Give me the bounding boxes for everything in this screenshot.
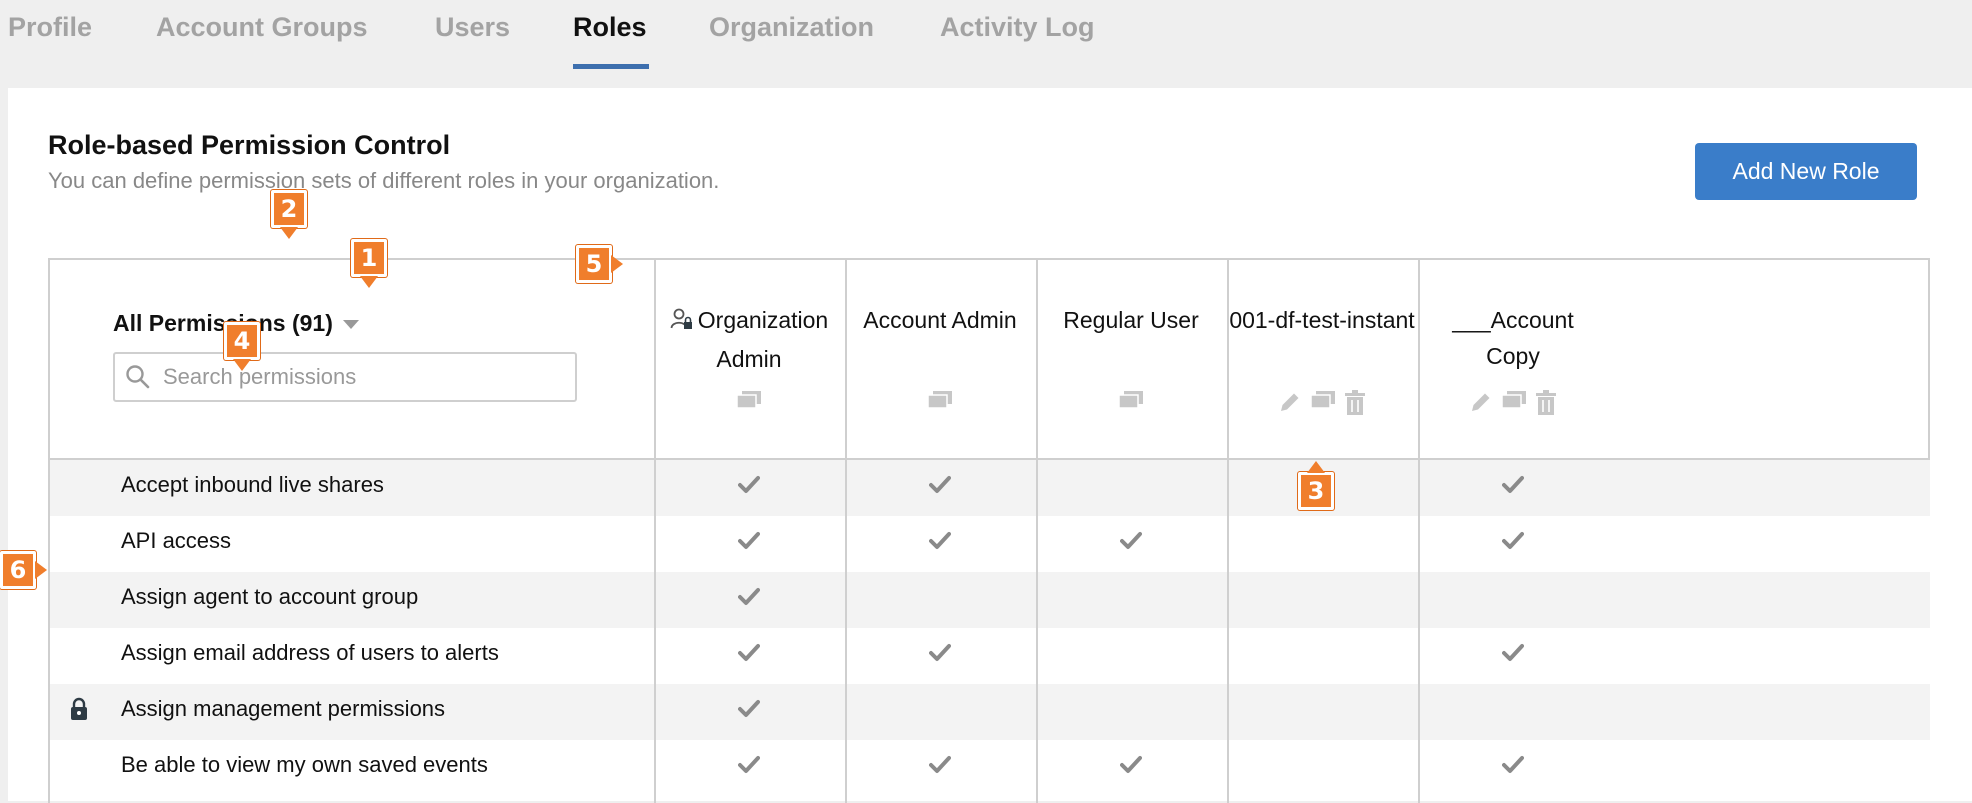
checkmark-icon[interactable] (1502, 531, 1524, 556)
permissions-table: Be able to view my own saved events Assig… (48, 258, 1930, 803)
pencil-icon[interactable] (1469, 390, 1493, 416)
checkmark-icon[interactable] (929, 755, 951, 780)
role-name-line2: Copy (1486, 343, 1540, 369)
copy-icon[interactable] (927, 390, 953, 410)
callout-1: 1 (351, 239, 387, 277)
copy-icon[interactable] (1501, 390, 1527, 416)
search-icon (126, 365, 150, 389)
callout-2: 2 (271, 190, 307, 228)
chevron-down-icon[interactable] (342, 320, 359, 329)
org-admin-icon (670, 305, 694, 341)
add-new-role-button[interactable]: Add New Role (1695, 143, 1917, 200)
trash-icon[interactable] (1344, 390, 1366, 416)
tab-account-groups[interactable]: Account Groups (156, 12, 368, 43)
role-name-line1: Account Admin (863, 307, 1017, 333)
checkmark-icon[interactable] (1502, 643, 1524, 668)
permission-label: Assign agent to account group (121, 584, 419, 609)
role-header: ___Account Copy (1393, 302, 1633, 374)
callout-3: 3 (1298, 472, 1334, 510)
checkmark-icon[interactable] (929, 475, 951, 500)
permission-label: Assign management permissions (121, 696, 446, 721)
tab-profile[interactable]: Profile (8, 12, 92, 43)
page-title: Role-based Permission Control (48, 130, 451, 160)
copy-icon[interactable] (736, 390, 762, 410)
permissions-count-label: All Permissions (91) (113, 310, 333, 336)
copy-icon[interactable] (1118, 390, 1144, 410)
checkmark-icon[interactable] (1502, 475, 1524, 500)
copy-icon[interactable] (1310, 390, 1336, 416)
checkmark-icon[interactable] (1120, 531, 1142, 556)
permission-row: Assign agent to account group (50, 572, 1930, 628)
search-field[interactable] (113, 352, 577, 402)
roles-panel: Role-based Permission Control You can de… (0, 88, 1972, 803)
header-divider (50, 458, 1930, 460)
callout-6: 6 (0, 551, 36, 589)
role-name-line2: Admin (716, 346, 782, 372)
role-name-line1: Organization (697, 307, 829, 333)
permission-row: Assign email address of users to alerts (50, 628, 1930, 684)
page-subtitle: You can define permission sets of differ… (48, 168, 720, 193)
permission-label: Accept inbound live shares (121, 472, 384, 497)
checkmark-icon[interactable] (1120, 755, 1142, 780)
callout-5: 5 (576, 245, 612, 283)
tab-activity-log[interactable]: Activity Log (940, 12, 1095, 43)
role-name-line1: 001-df-test-instant (1229, 307, 1415, 333)
permission-row: Assign management permissions (50, 684, 1930, 740)
permission-row: API access (50, 516, 1930, 572)
tab-users[interactable]: Users (435, 12, 510, 43)
callout-4: 4 (224, 322, 260, 360)
lock-icon (70, 697, 88, 726)
role-name-line1: Regular User (1063, 307, 1199, 333)
column-divider (1227, 260, 1229, 803)
tab-bar: Profile Account Groups Users Roles Organ… (0, 0, 1972, 72)
checkmark-icon[interactable] (738, 531, 760, 556)
checkmark-icon[interactable] (738, 587, 760, 612)
role-name-line1: ___Account (1452, 307, 1574, 333)
tab-organization[interactable]: Organization (709, 12, 874, 43)
checkmark-icon[interactable] (738, 643, 760, 668)
permission-row: Be able to view my own saved events (50, 740, 1930, 796)
checkmark-icon[interactable] (929, 531, 951, 556)
checkmark-icon[interactable] (738, 699, 760, 724)
column-divider (1036, 260, 1038, 803)
permission-label: Assign email address of users to alerts (121, 640, 499, 665)
permission-row: Accept inbound live shares (50, 460, 1930, 516)
search-input[interactable] (161, 363, 545, 391)
checkmark-icon[interactable] (738, 755, 760, 780)
checkmark-icon[interactable] (1502, 755, 1524, 780)
pencil-icon[interactable] (1278, 390, 1302, 416)
permission-label: Be able to view my own saved events (121, 752, 488, 777)
tab-roles[interactable]: Roles (573, 12, 647, 43)
active-tab-indicator (573, 64, 649, 69)
header-right-border (1928, 260, 1930, 458)
checkmark-icon[interactable] (929, 643, 951, 668)
trash-icon[interactable] (1535, 390, 1557, 416)
checkmark-icon[interactable] (738, 475, 760, 500)
permission-label: API access (121, 528, 232, 553)
role-actions (1393, 390, 1633, 416)
